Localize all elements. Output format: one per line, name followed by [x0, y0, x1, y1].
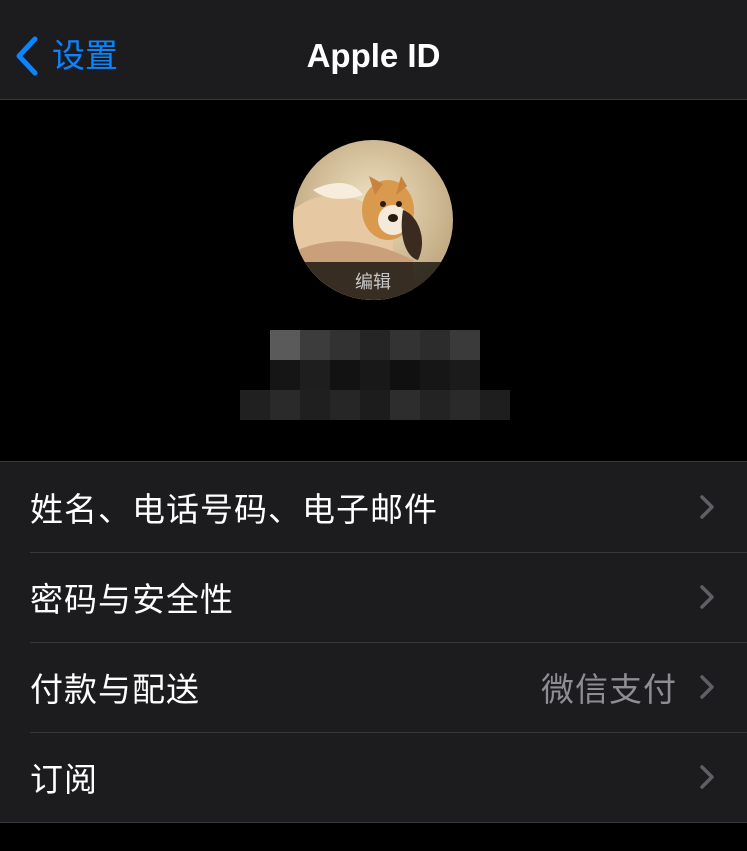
payment-method-value: 微信支付	[541, 670, 677, 709]
chevron-right-icon	[700, 675, 714, 699]
edit-avatar-overlay[interactable]: 编辑	[293, 262, 453, 300]
page-title: Apple ID	[306, 37, 441, 74]
chevron-right-icon	[700, 765, 714, 789]
account-settings-list: 姓名、电话号码、电子邮件 密码与安全性 付款与配送 微信支付 订阅	[0, 461, 747, 823]
chevron-right-icon	[700, 495, 714, 519]
row-label: 密码与安全性	[30, 580, 234, 619]
redacted-account-info	[240, 330, 512, 420]
list-bottom-separator	[0, 822, 747, 823]
chevron-right-icon	[700, 585, 714, 609]
row-label: 付款与配送	[30, 670, 200, 709]
settings-row-subscriptions[interactable]: 订阅	[0, 732, 747, 822]
row-label: 订阅	[30, 760, 98, 799]
profile-header: 编辑	[0, 100, 747, 461]
settings-row-password-security[interactable]: 密码与安全性	[0, 552, 747, 642]
avatar[interactable]: 编辑	[293, 140, 453, 300]
settings-row-payment-shipping[interactable]: 付款与配送 微信支付	[0, 642, 747, 732]
edit-avatar-label: 编辑	[355, 272, 391, 293]
settings-row-name-phone-email[interactable]: 姓名、电话号码、电子邮件	[0, 462, 747, 552]
row-label: 姓名、电话号码、电子邮件	[30, 490, 438, 529]
navigation-bar: 设置 Apple ID	[0, 0, 747, 100]
